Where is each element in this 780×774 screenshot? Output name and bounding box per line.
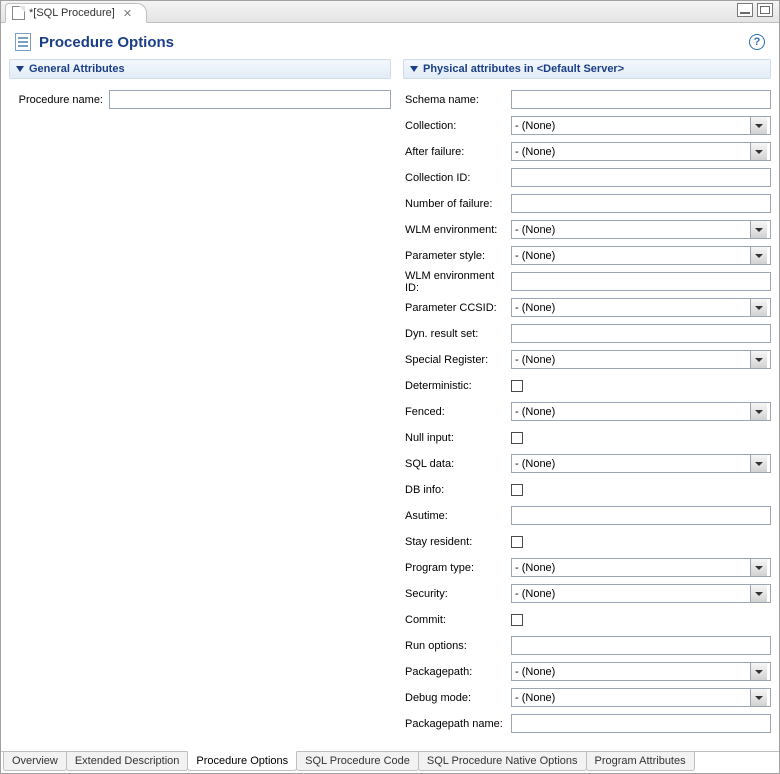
bottom-tab[interactable]: Program Attributes xyxy=(586,752,695,771)
field-label: Dyn. result set: xyxy=(403,328,511,340)
field-label: Packagepath name: xyxy=(403,718,511,730)
bottom-tab[interactable]: Extended Description xyxy=(66,752,189,771)
close-icon[interactable]: ✕ xyxy=(123,7,132,20)
chevron-down-icon xyxy=(410,66,418,72)
editor-tab[interactable]: *[SQL Procedure] ✕ xyxy=(5,3,147,23)
field-label: Special Register: xyxy=(403,354,511,366)
checkbox[interactable] xyxy=(511,614,523,626)
section-header-label: Physical attributes in <Default Server> xyxy=(423,63,624,75)
text-input[interactable] xyxy=(511,90,771,109)
field-label: Collection: xyxy=(403,120,511,132)
select-input[interactable]: - (None) xyxy=(511,688,771,707)
select-value: - (None) xyxy=(515,250,555,262)
chevron-down-icon[interactable] xyxy=(750,351,767,368)
field-label: DB info: xyxy=(403,484,511,496)
text-input[interactable] xyxy=(511,324,771,343)
minimize-view-button[interactable] xyxy=(737,3,753,17)
field-label: WLM environment ID: xyxy=(403,270,511,294)
chevron-down-icon[interactable] xyxy=(750,559,767,576)
chevron-down-icon[interactable] xyxy=(750,663,767,680)
field-label: Fenced: xyxy=(403,406,511,418)
select-input[interactable]: - (None) xyxy=(511,220,771,239)
field-label: Run options: xyxy=(403,640,511,652)
procedure-name-label: Procedure name: xyxy=(9,94,109,106)
field-label: Commit: xyxy=(403,614,511,626)
field-label: WLM environment: xyxy=(403,224,511,236)
section-physical-attributes[interactable]: Physical attributes in <Default Server> xyxy=(403,59,771,79)
field-label: Debug mode: xyxy=(403,692,511,704)
select-value: - (None) xyxy=(515,562,555,574)
select-input[interactable]: - (None) xyxy=(511,402,771,421)
section-header-label: General Attributes xyxy=(29,63,125,75)
field-label: Stay resident: xyxy=(403,536,511,548)
field-label: Schema name: xyxy=(403,94,511,106)
chevron-down-icon[interactable] xyxy=(750,403,767,420)
select-input[interactable]: - (None) xyxy=(511,246,771,265)
text-input[interactable] xyxy=(511,272,771,291)
select-input[interactable]: - (None) xyxy=(511,116,771,135)
select-input[interactable]: - (None) xyxy=(511,584,771,603)
field-label: Deterministic: xyxy=(403,380,511,392)
text-input[interactable] xyxy=(511,714,771,733)
text-input[interactable] xyxy=(511,194,771,213)
field-label: Collection ID: xyxy=(403,172,511,184)
checkbox[interactable] xyxy=(511,432,523,444)
field-label: Asutime: xyxy=(403,510,511,522)
procedure-name-input[interactable] xyxy=(109,90,391,109)
text-input[interactable] xyxy=(511,636,771,655)
checkbox[interactable] xyxy=(511,380,523,392)
bottom-tab[interactable]: SQL Procedure Code xyxy=(296,752,419,771)
select-value: - (None) xyxy=(515,302,555,314)
select-value: - (None) xyxy=(515,406,555,418)
chevron-down-icon[interactable] xyxy=(750,455,767,472)
bottom-tab[interactable]: SQL Procedure Native Options xyxy=(418,752,587,771)
help-icon[interactable]: ? xyxy=(749,34,765,50)
chevron-down-icon[interactable] xyxy=(750,689,767,706)
document-icon xyxy=(12,6,25,20)
select-input[interactable]: - (None) xyxy=(511,454,771,473)
chevron-down-icon[interactable] xyxy=(750,221,767,238)
select-value: - (None) xyxy=(515,224,555,236)
select-value: - (None) xyxy=(515,666,555,678)
editor-tabstrip: *[SQL Procedure] ✕ xyxy=(1,1,779,23)
field-label: Program type: xyxy=(403,562,511,574)
field-label: Null input: xyxy=(403,432,511,444)
bottom-tab[interactable]: Procedure Options xyxy=(187,751,297,771)
bottom-tabstrip: OverviewExtended DescriptionProcedure Op… xyxy=(1,751,779,773)
chevron-down-icon[interactable] xyxy=(750,117,767,134)
field-label: Security: xyxy=(403,588,511,600)
field-label: After failure: xyxy=(403,146,511,158)
maximize-view-button[interactable] xyxy=(757,3,773,17)
chevron-down-icon[interactable] xyxy=(750,299,767,316)
chevron-down-icon xyxy=(16,66,24,72)
field-label: Number of failure: xyxy=(403,198,511,210)
checkbox[interactable] xyxy=(511,536,523,548)
select-input[interactable]: - (None) xyxy=(511,142,771,161)
select-value: - (None) xyxy=(515,146,555,158)
bottom-tab[interactable]: Overview xyxy=(3,752,67,771)
select-value: - (None) xyxy=(515,692,555,704)
field-label: Parameter style: xyxy=(403,250,511,262)
select-input[interactable]: - (None) xyxy=(511,558,771,577)
field-label: Parameter CCSID: xyxy=(403,302,511,314)
select-input[interactable]: - (None) xyxy=(511,298,771,317)
text-input[interactable] xyxy=(511,506,771,525)
section-general-attributes[interactable]: General Attributes xyxy=(9,59,391,79)
form-icon xyxy=(15,33,31,51)
select-input[interactable]: - (None) xyxy=(511,662,771,681)
editor-tab-label: *[SQL Procedure] xyxy=(29,7,115,19)
select-value: - (None) xyxy=(515,458,555,470)
chevron-down-icon[interactable] xyxy=(750,585,767,602)
chevron-down-icon[interactable] xyxy=(750,143,767,160)
chevron-down-icon[interactable] xyxy=(750,247,767,264)
page-title: Procedure Options xyxy=(39,34,174,51)
select-value: - (None) xyxy=(515,120,555,132)
text-input[interactable] xyxy=(511,168,771,187)
field-label: Packagepath: xyxy=(403,666,511,678)
select-value: - (None) xyxy=(515,588,555,600)
select-value: - (None) xyxy=(515,354,555,366)
checkbox[interactable] xyxy=(511,484,523,496)
select-input[interactable]: - (None) xyxy=(511,350,771,369)
field-label: SQL data: xyxy=(403,458,511,470)
